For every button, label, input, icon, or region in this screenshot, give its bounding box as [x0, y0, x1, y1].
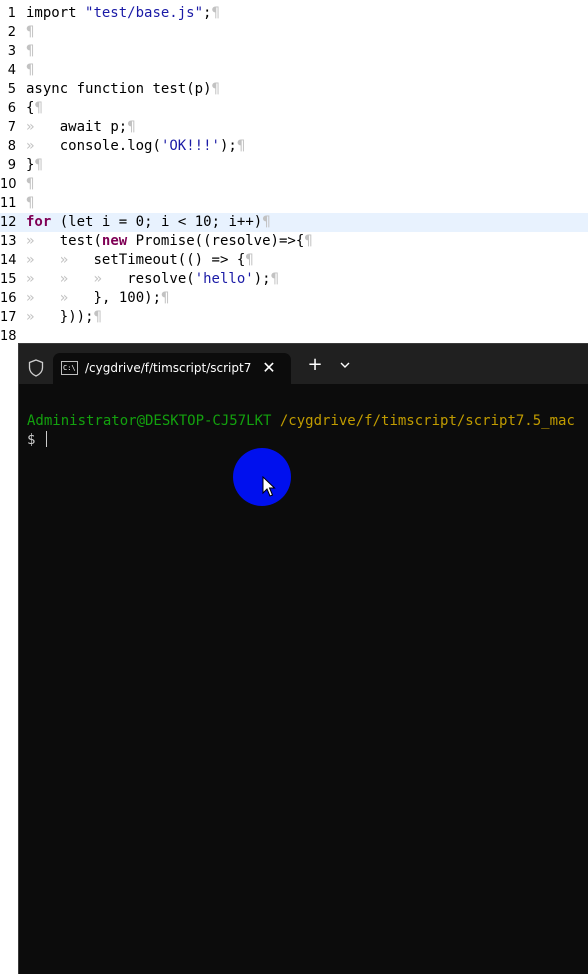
editor-line[interactable]: 4 ¶ — [0, 61, 588, 80]
pilcrow-mark: ¶ — [236, 138, 246, 154]
pilcrow-mark: ¶ — [34, 100, 43, 116]
pilcrow-mark: ¶ — [304, 233, 313, 249]
pilcrow-mark: ¶ — [211, 81, 220, 97]
pilcrow-mark: ¶ — [26, 43, 35, 59]
editor-line[interactable]: 5 async function test(p)¶ — [0, 80, 588, 99]
code-text: import "test/base.js";¶ — [26, 5, 220, 21]
terminal-output[interactable]: Administrator@DESKTOP-CJ57LKT /cygdrive/… — [19, 384, 588, 974]
editor-line[interactable]: 14 » » setTimeout(() => {¶ — [0, 251, 588, 270]
pilcrow-mark: ¶ — [127, 119, 136, 135]
code-text: » test(new Promise((resolve)=>{¶ — [26, 233, 313, 249]
prompt-symbol: $ — [27, 432, 44, 448]
editor-line[interactable]: 2 ¶ — [0, 23, 588, 42]
code-text: » }));¶ — [26, 309, 102, 325]
line-number: 9 — [7, 158, 16, 173]
line-number: 16 — [0, 291, 17, 306]
editor-line[interactable]: 8 » console.log('OK!!!');¶ — [0, 137, 588, 156]
code-text: » » setTimeout(() => {¶ — [26, 252, 254, 268]
editor-line[interactable]: 15 » » » resolve('hello');¶ — [0, 270, 588, 289]
editor-line[interactable]: 3 ¶ — [0, 42, 588, 61]
code-text: ¶ — [26, 42, 34, 61]
line-number: 18 — [0, 329, 17, 344]
line-number: 1 — [7, 6, 16, 21]
line-number: 17 — [0, 310, 17, 325]
code-text: » console.log('OK!!!');¶ — [26, 138, 246, 154]
shield-icon — [28, 359, 44, 377]
line-number: 14 — [0, 253, 17, 268]
line-number: 8 — [7, 139, 16, 154]
code-text: async function test(p)¶ — [26, 81, 220, 97]
pilcrow-mark: ¶ — [26, 176, 35, 192]
code-text: for (let i = 0; i < 10; i++)¶ — [26, 214, 271, 230]
line-number: 5 — [7, 82, 16, 97]
text-cursor — [45, 431, 47, 447]
pilcrow-mark: ¶ — [93, 309, 102, 325]
terminal-window[interactable]: C:\ /cygdrive/f/timscript/script7.5_mac … — [18, 343, 588, 974]
mouse-pointer-icon — [262, 476, 276, 497]
prompt-line: Administrator@DESKTOP-CJ57LKT /cygdrive/… — [27, 412, 575, 431]
code-text: » await p;¶ — [26, 119, 136, 135]
editor-line[interactable]: 12 for (let i = 0; i < 10; i++)¶ — [0, 213, 588, 232]
pilcrow-mark: ¶ — [262, 214, 271, 230]
close-icon[interactable]: ✕ — [259, 357, 279, 379]
pilcrow-mark: ¶ — [26, 62, 35, 78]
line-number: 13 — [0, 234, 17, 249]
tab-title: /cygdrive/f/timscript/script7.5_mac — [85, 361, 251, 375]
editor-line[interactable]: 10 ¶ — [0, 175, 588, 194]
pilcrow-mark: ¶ — [245, 252, 254, 268]
code-text: ¶ — [26, 194, 34, 213]
editor-line[interactable]: 9 }¶ — [0, 156, 588, 175]
command-input[interactable]: $ — [27, 431, 47, 450]
line-number: 10 — [0, 177, 17, 192]
chevron-down-icon[interactable] — [335, 355, 355, 375]
terminal-tab[interactable]: C:\ /cygdrive/f/timscript/script7.5_mac … — [53, 353, 291, 384]
code-text: ¶ — [26, 23, 34, 42]
line-number: 6 — [7, 101, 16, 116]
code-text: » » » resolve('hello');¶ — [26, 271, 280, 287]
pilcrow-mark: ¶ — [211, 5, 220, 21]
plus-icon[interactable]: + — [305, 355, 325, 375]
prompt-path: /cygdrive/f/timscript/script7.5_mac — [279, 413, 575, 429]
editor-line[interactable]: 16 » » }, 100);¶ — [0, 289, 588, 308]
code-text: {¶ — [26, 100, 43, 116]
code-text: ¶ — [26, 175, 34, 194]
code-text: ¶ — [26, 61, 34, 80]
pilcrow-mark: ¶ — [34, 157, 43, 173]
line-number: 11 — [0, 196, 17, 211]
terminal-tab-bar: C:\ /cygdrive/f/timscript/script7.5_mac … — [19, 344, 588, 384]
line-number: 15 — [0, 272, 17, 287]
editor-line[interactable]: 7 » await p;¶ — [0, 118, 588, 137]
code-editor[interactable]: 1 import "test/base.js";¶ 2 ¶ 3 ¶ 4 ¶ 5 async fun… — [0, 0, 588, 345]
editor-line[interactable]: 11 ¶ — [0, 194, 588, 213]
pilcrow-mark: ¶ — [161, 290, 170, 306]
line-number: 2 — [7, 25, 16, 40]
code-text: » » }, 100);¶ — [26, 290, 170, 306]
editor-line[interactable]: 17 » }));¶ — [0, 308, 588, 327]
pilcrow-mark: ¶ — [26, 195, 35, 211]
editor-line[interactable]: 13 » test(new Promise((resolve)=>{¶ — [0, 232, 588, 251]
editor-line[interactable]: 1 import "test/base.js";¶ — [0, 4, 588, 23]
terminal-tab-icon: C:\ — [61, 361, 78, 375]
pilcrow-mark: ¶ — [270, 271, 280, 287]
line-number: 12 — [0, 215, 17, 230]
line-number: 4 — [7, 63, 16, 78]
code-text: }¶ — [26, 157, 43, 173]
pilcrow-mark: ¶ — [26, 24, 35, 40]
line-number: 7 — [7, 120, 16, 135]
line-number: 3 — [7, 44, 16, 59]
prompt-user: Administrator@DESKTOP-CJ57LKT — [27, 413, 272, 429]
editor-line[interactable]: 6 {¶ — [0, 99, 588, 118]
